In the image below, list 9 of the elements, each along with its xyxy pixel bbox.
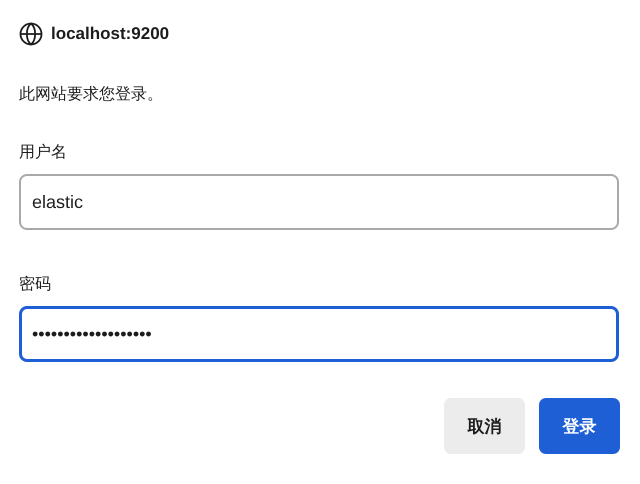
globe-icon (19, 22, 43, 46)
input-field[interactable]: elastic (19, 174, 619, 230)
login-button[interactable]: 登录 (539, 398, 620, 454)
field-label: 密码 (19, 273, 52, 295)
field-label: 用户名 (19, 141, 68, 163)
login-message: 此网站要求您登录。 (19, 83, 164, 105)
input-field[interactable]: ••••••••••••••••••• (19, 306, 619, 362)
site-title: localhost:9200 (51, 24, 170, 44)
cancel-button[interactable]: 取消 (444, 398, 525, 454)
